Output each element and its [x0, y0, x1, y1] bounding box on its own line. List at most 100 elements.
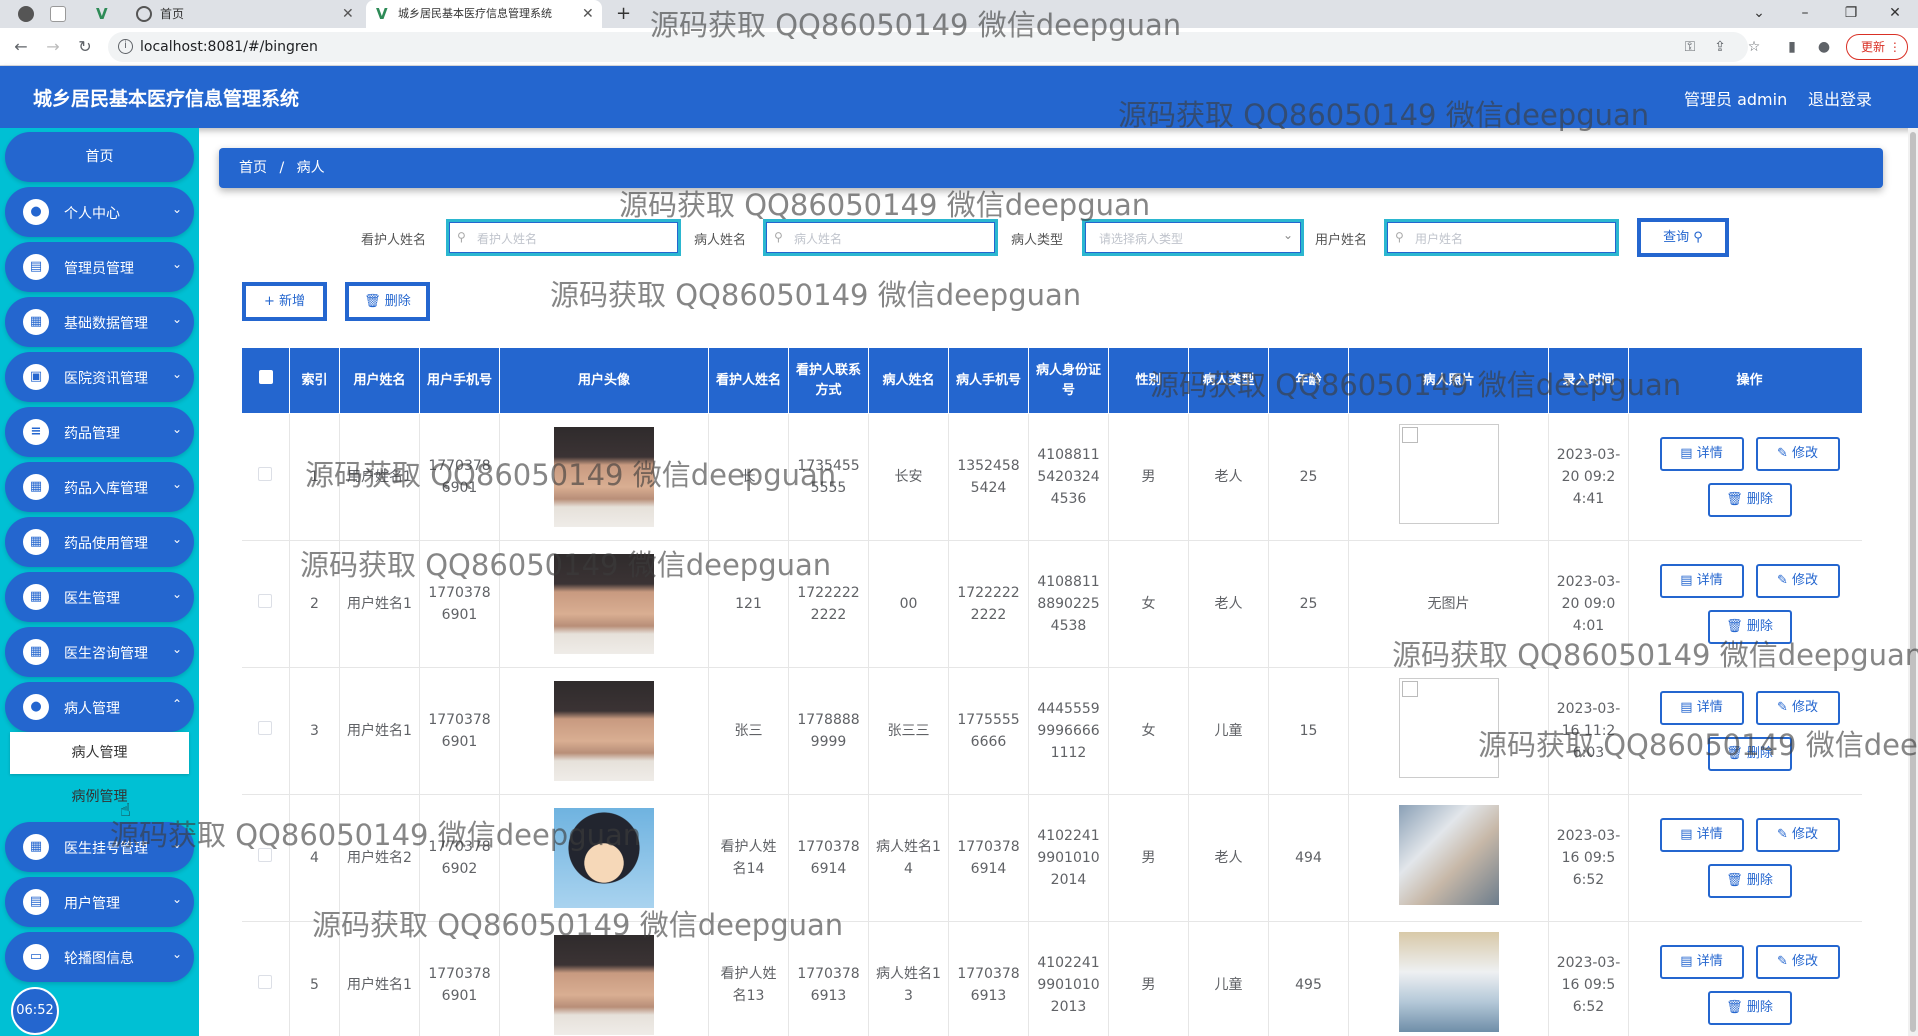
checkbox[interactable] [258, 370, 273, 384]
update-button[interactable]: 更新 ⋮ [1846, 34, 1908, 60]
user-avatar-image[interactable] [554, 681, 654, 781]
detail-button[interactable]: ▤ 详情 [1659, 945, 1744, 979]
close-icon[interactable]: ✕ [342, 0, 354, 28]
info-icon[interactable]: i [118, 39, 133, 54]
row-patient-name: 00 [868, 540, 949, 668]
checkbox[interactable] [258, 721, 273, 735]
table-row[interactable]: 5 用户姓名1 17703786901 看护人姓名13 17703786913 病人姓名1… [241, 921, 1862, 1036]
new-tab-button[interactable]: + [616, 0, 636, 28]
star-icon[interactable]: ☆ [1744, 37, 1764, 57]
patient-name-input[interactable]: ⚲ 病人姓名 [763, 219, 998, 256]
broken-image-icon[interactable] [1398, 423, 1499, 524]
globe-icon [136, 6, 152, 22]
edit-label: 修改 [1792, 827, 1819, 842]
sidebar-subitem-case-manage[interactable]: 病例管理 [10, 776, 189, 818]
reload-icon[interactable]: ↻ [74, 36, 96, 58]
key-icon[interactable]: ⚿ [1680, 37, 1700, 57]
sidebar-item-registration[interactable]: ▦ 医生挂号管理 ⌄ [5, 822, 194, 872]
row-delete-button[interactable]: 🗑 删除 [1707, 483, 1792, 517]
sidebar-item-basic-data[interactable]: ▦ 基础数据管理 ⌄ [5, 297, 194, 347]
col-patient-id: 病人身份证号 [1028, 347, 1109, 414]
tab-pinned-blank[interactable] [44, 0, 72, 28]
sidepanel-icon[interactable]: ▮ [1782, 37, 1802, 57]
tab-pinned-github[interactable] [14, 0, 36, 28]
detail-button[interactable]: ▤ 详情 [1659, 818, 1744, 852]
checkbox[interactable] [258, 467, 273, 481]
table-row[interactable]: 2 用户姓名1 17703786901 121 17222222222 00 1722222… [241, 540, 1862, 668]
tab-search-chevron-icon[interactable]: ⌄ [1736, 0, 1782, 28]
close-window-icon[interactable]: ✕ [1872, 0, 1918, 28]
patient-photo-image[interactable] [1398, 804, 1499, 905]
tab-pinned-vue[interactable]: V [92, 0, 120, 28]
breadcrumb-current: 病人 [296, 160, 325, 176]
sidebar-item-patients[interactable]: ● 病人管理 ⌃ [5, 682, 194, 732]
news-icon: ▣ [23, 364, 49, 390]
edit-button[interactable]: ✎ 修改 [1755, 818, 1840, 852]
tab-active[interactable]: V 城乡居民基本医疗信息管理系统 ✕ [366, 0, 602, 28]
sidebar-item-home[interactable]: 首页 [5, 132, 194, 182]
url-field[interactable]: i localhost:8081/#/bingren [108, 32, 1748, 62]
edit-button[interactable]: ✎ 修改 [1755, 437, 1840, 471]
detail-button[interactable]: ▤ 详情 [1659, 691, 1744, 725]
sidebar-item-personal-center[interactable]: ● 个人中心 ⌄ [5, 187, 194, 237]
table-row[interactable]: 3 用户姓名1 17703786901 张三 17788889999 张三三 1775555… [241, 667, 1862, 795]
user-avatar-image[interactable] [554, 554, 654, 654]
add-button[interactable]: + 新增 [243, 283, 326, 320]
col-patient-photo: 病人照片 [1348, 347, 1549, 414]
user-avatar-image[interactable] [554, 427, 654, 527]
sidebar-item-drug-usage[interactable]: ▦ 药品使用管理 ⌄ [5, 517, 194, 567]
restore-icon[interactable]: ❐ [1828, 0, 1874, 28]
sidebar-item-carousel[interactable]: ▭ 轮播图信息 ⌄ [5, 932, 194, 982]
query-button[interactable]: 查询 ⚲ [1638, 219, 1728, 256]
sidebar-item-users[interactable]: ▤ 用户管理 ⌄ [5, 877, 194, 927]
user-avatar-image[interactable] [554, 808, 654, 908]
col-user-name: 用户姓名 [339, 347, 420, 414]
sidebar-item-doctors[interactable]: ▦ 医生管理 ⌄ [5, 572, 194, 622]
edit-button[interactable]: ✎ 修改 [1755, 564, 1840, 598]
table-row[interactable]: 4 用户姓名2 17703786902 看护人姓名14 17703786914 病人姓名1… [241, 794, 1862, 922]
sidebar-item-doctor-consult[interactable]: ▦ 医生咨询管理 ⌄ [5, 627, 194, 677]
patient-type-select[interactable]: 请选择病人类型 ⌄ [1082, 219, 1304, 256]
col-patient-phone: 病人手机号 [948, 347, 1029, 414]
user-avatar-image[interactable] [554, 935, 654, 1035]
profile-icon[interactable]: ● [1814, 37, 1834, 57]
detail-label: 详情 [1696, 827, 1723, 842]
sidebar-item-drug-stock-in[interactable]: ▦ 药品入库管理 ⌄ [5, 462, 194, 512]
table-row[interactable]: 1 用户姓名1 17703786901 长 17354555555 长安 135245854… [241, 413, 1862, 541]
sidebar-item-hospital-news[interactable]: ▣ 医院资讯管理 ⌄ [5, 352, 194, 402]
row-delete-button[interactable]: 🗑 删除 [1707, 991, 1792, 1025]
tab-home[interactable]: 首页 ✕ [130, 0, 360, 28]
row-index: 3 [289, 667, 340, 795]
row-guardian-name: 看护人姓名13 [708, 921, 789, 1036]
row-delete-button[interactable]: 🗑 删除 [1707, 864, 1792, 898]
row-checkbox-cell [241, 667, 290, 795]
checkbox[interactable] [258, 594, 273, 608]
patient-photo-image[interactable] [1398, 931, 1499, 1032]
close-icon[interactable]: ✕ [582, 0, 594, 28]
logout-link[interactable]: 退出登录 [1808, 86, 1872, 110]
scrollbar-thumb[interactable] [1910, 132, 1916, 1032]
edit-button[interactable]: ✎ 修改 [1755, 691, 1840, 725]
sidebar-item-drugs[interactable]: ≡ 药品管理 ⌄ [5, 407, 194, 457]
row-sex: 女 [1108, 540, 1189, 668]
delete-button[interactable]: 🗑 删除 [346, 283, 429, 320]
select-all-checkbox[interactable] [241, 347, 290, 414]
broken-image-icon[interactable] [1398, 677, 1499, 778]
breadcrumb-home[interactable]: 首页 [239, 160, 267, 176]
checkbox[interactable] [258, 848, 273, 862]
guardian-name-input[interactable]: ⚲ 看护人姓名 [446, 219, 681, 256]
row-delete-button[interactable]: 🗑 删除 [1707, 610, 1792, 644]
user-name-input[interactable]: ⚲ 用户姓名 [1384, 219, 1619, 256]
back-icon[interactable]: ← [10, 36, 32, 58]
share-icon[interactable]: ⇪ [1710, 37, 1730, 57]
edit-button[interactable]: ✎ 修改 [1755, 945, 1840, 979]
detail-button[interactable]: ▤ 详情 [1659, 564, 1744, 598]
sidebar-subitem-patient-manage[interactable]: 病人管理 [10, 732, 189, 774]
forward-icon[interactable]: → [42, 36, 64, 58]
detail-button[interactable]: ▤ 详情 [1659, 437, 1744, 471]
row-guardian-name: 长 [708, 413, 789, 541]
sidebar-item-admin[interactable]: ▤ 管理员管理 ⌄ [5, 242, 194, 292]
checkbox[interactable] [258, 975, 273, 989]
minimize-icon[interactable]: – [1782, 0, 1828, 28]
row-delete-button[interactable]: 🗑 删除 [1707, 737, 1792, 771]
